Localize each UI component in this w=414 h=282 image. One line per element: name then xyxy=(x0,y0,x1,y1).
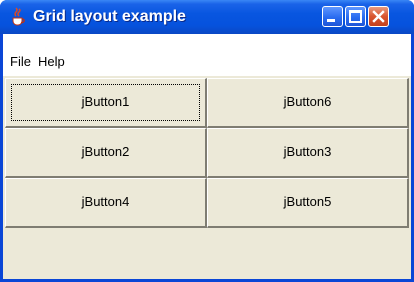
jbutton3-label: jButton3 xyxy=(283,144,332,159)
jbutton4[interactable]: jButton4 xyxy=(5,178,207,228)
jbutton1[interactable]: jButton1 xyxy=(5,78,207,128)
minimize-icon xyxy=(327,19,335,22)
jbutton6-label: jButton6 xyxy=(283,94,332,109)
app-window: Grid layout example File Help jButton1 j… xyxy=(0,0,414,282)
jbutton5-label: jButton5 xyxy=(283,194,332,209)
jbutton6[interactable]: jButton6 xyxy=(207,78,409,128)
button-grid: jButton1 jButton6 jButton2 jButton3 jBut… xyxy=(5,78,409,228)
java-cup-icon xyxy=(12,7,25,26)
jbutton5[interactable]: jButton5 xyxy=(207,178,409,228)
jbutton2[interactable]: jButton2 xyxy=(5,128,207,178)
maximize-icon xyxy=(349,10,362,23)
jbutton4-label: jButton4 xyxy=(81,194,130,209)
empty-panel xyxy=(3,230,411,279)
close-icon xyxy=(372,10,385,23)
client-area: File Help jButton1 jButton6 jButton2 jBu… xyxy=(3,34,411,279)
minimize-button[interactable] xyxy=(322,6,343,27)
jbutton3[interactable]: jButton3 xyxy=(207,128,409,178)
maximize-button[interactable] xyxy=(345,6,366,27)
window-title: Grid layout example xyxy=(33,8,186,25)
close-button[interactable] xyxy=(368,6,389,27)
menu-file[interactable]: File xyxy=(10,54,31,70)
focus-ring xyxy=(11,84,200,121)
menu-bar: File Help xyxy=(3,34,411,76)
jbutton2-label: jButton2 xyxy=(81,144,130,159)
menu-help[interactable]: Help xyxy=(38,54,65,70)
title-bar[interactable]: Grid layout example xyxy=(0,0,414,34)
